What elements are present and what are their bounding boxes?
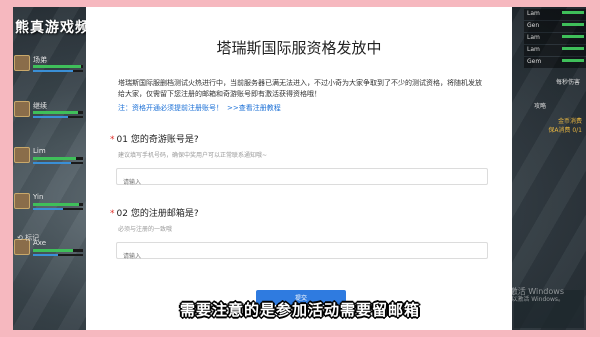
page-title: 塔瑞斯国际服资格发放中 — [216, 39, 382, 57]
registration-note: 注：资格开通必须提前注册账号！ — [118, 104, 223, 112]
health-bar — [33, 111, 83, 114]
hero-portrait-icon — [14, 147, 30, 163]
shop-label: 每秒伤害 — [555, 79, 580, 86]
question-1-hint: 建议填写手机号码，确保中奖用户可以正常联系通知哦~ — [118, 152, 268, 159]
right-team-panel: Lam Gen Lam Lam Gem — [524, 9, 586, 69]
attack-label: 攻略 — [533, 103, 546, 110]
player-card: Yin — [13, 189, 87, 231]
player-name: Lim — [33, 147, 46, 155]
player-name: 场弟 — [33, 56, 47, 64]
enemy-row: Lam — [524, 45, 586, 56]
video-caption: 需要注意的是参加活动需要留邮箱 — [179, 301, 420, 319]
gold-line-1: 金币消费 — [557, 118, 582, 125]
pink-frame: 熊真游戏频道 cs8e8 场弟 继续 Lim — [0, 0, 600, 337]
mana-bar — [33, 254, 83, 256]
enemy-row: Gem — [524, 57, 586, 68]
player-name: 继续 — [33, 102, 47, 110]
health-bar — [33, 249, 83, 252]
mana-bar — [33, 208, 83, 210]
email-input-wrapper — [116, 242, 488, 264]
enemy-name: Gem — [527, 58, 542, 65]
account-input[interactable] — [117, 175, 487, 190]
question-1-label: * 01 您的奇游账号是? — [110, 135, 199, 145]
enemy-name: Lam — [527, 46, 540, 53]
enemy-name: Gen — [527, 22, 540, 29]
form-page: 塔瑞斯国际服资格发放中 塔瑞斯国际服删档测试火热进行中，当前服务器已满无法进入，… — [86, 7, 512, 330]
required-mark: * — [110, 209, 115, 219]
enemy-row: Lam — [524, 9, 586, 20]
player-card: 场弟 — [13, 51, 87, 93]
health-bar — [33, 157, 83, 160]
enemy-health-bar — [562, 47, 584, 50]
mana-bar — [33, 116, 83, 118]
health-bar — [33, 203, 83, 206]
question-2-label: * 02 您的注册邮箱是? — [110, 209, 199, 219]
player-name: Yin — [33, 193, 44, 201]
health-bar — [33, 65, 83, 68]
right-info: 每秒伤害 — [556, 77, 580, 90]
left-team-panel: 场弟 继续 Lim Yin Axe — [13, 51, 87, 281]
enemy-health-bar — [562, 11, 584, 14]
enemy-health-bar — [562, 59, 584, 62]
note-line: 注：资格开通必须提前注册账号！ >>查看注册教程 — [118, 103, 281, 113]
left-bottom-label: ⟲ 标记 — [17, 234, 40, 242]
question-2-hint: 必须与注册的一致哦 — [118, 226, 173, 233]
gold-info: 金币消费 保A消费 0/1 — [548, 117, 582, 135]
hero-portrait-icon — [14, 101, 30, 117]
email-input[interactable] — [117, 249, 487, 264]
mana-bar — [33, 162, 83, 164]
tutorial-link[interactable]: >>查看注册教程 — [227, 104, 281, 112]
enemy-name: Lam — [527, 10, 540, 17]
enemy-name: Lam — [527, 34, 540, 41]
intro-text: 塔瑞斯国际服删档测试火热进行中，当前服务器已满无法进入，不过小奇为大家争取到了不… — [118, 79, 482, 98]
hero-portrait-icon — [14, 55, 30, 71]
mana-bar — [33, 70, 83, 72]
enemy-health-bar — [562, 35, 584, 38]
player-card: 继续 — [13, 97, 87, 139]
enemy-health-bar — [562, 23, 584, 26]
enemy-row: Lam — [524, 33, 586, 44]
gold-line-2: 保A消费 0/1 — [548, 127, 582, 134]
required-mark: * — [110, 135, 115, 145]
player-card: Lim — [13, 143, 87, 185]
hero-portrait-icon — [14, 193, 30, 209]
enemy-row: Gen — [524, 21, 586, 32]
account-input-wrapper — [116, 168, 488, 190]
